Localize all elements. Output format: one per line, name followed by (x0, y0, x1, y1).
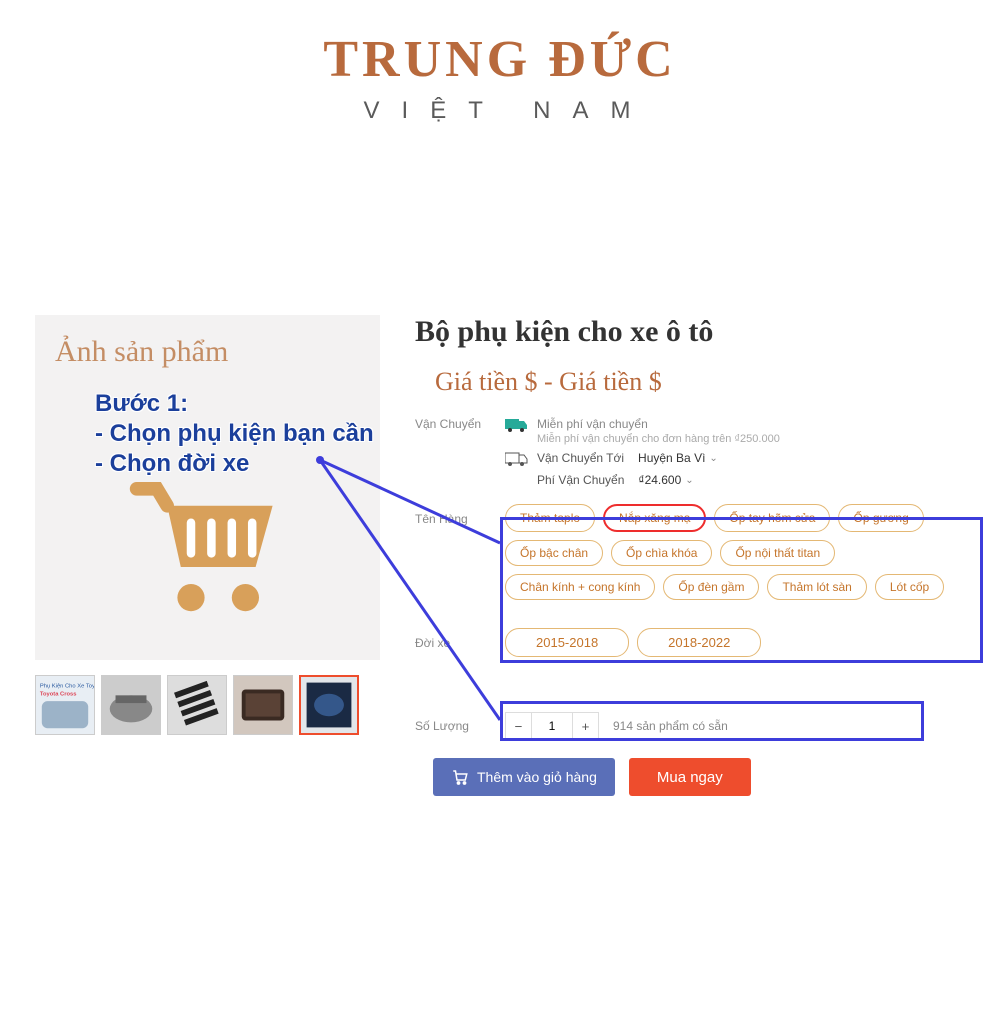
thumbnail-2[interactable] (101, 675, 161, 735)
annotation-line-1: - Chọn phụ kiện bạn cần (95, 420, 374, 448)
variant-pill[interactable]: Thảm taplo (505, 504, 595, 532)
product-price: Giá tiền $ - Giá tiền $ (435, 367, 990, 397)
variant-pill[interactable]: Ốp đèn gầm (663, 574, 759, 600)
variant-pill[interactable]: Nắp xăng mạ (603, 504, 706, 532)
variant-pills: Thảm taplo Nắp xăng mạ Ốp tay hõm cửa Ốp… (505, 504, 990, 600)
annotation-line-2: - Chọn đời xe (95, 450, 374, 478)
ship-to-value[interactable]: Huyện Ba Vì⌄ (638, 451, 718, 465)
logo-sub: VIỆT NAM (0, 97, 1000, 125)
thumbnail-strip: Phụ Kiện Cho Xe Toyota CrossToyota Cross (35, 675, 359, 735)
variant-pill[interactable]: Lót cốp (875, 574, 944, 600)
thumbnail-1[interactable]: Phụ Kiện Cho Xe Toyota CrossToyota Cross (35, 675, 95, 735)
add-to-cart-button[interactable]: Thêm vào giỏ hàng (433, 758, 615, 796)
ship-fee-label: Phí Vận Chuyển (537, 473, 624, 487)
variant-pill[interactable]: Chân kính + cong kính (505, 574, 655, 600)
free-shipping-title: Miễn phí vận chuyển (537, 417, 780, 431)
cart-icon (123, 465, 293, 635)
quantity-row: Số Lượng − 1 + 914 sản phẩm có sẵn (415, 712, 990, 740)
image-placeholder-text: Ảnh sản phẩm (55, 335, 228, 369)
logo-main: TRUNG ĐỨC (0, 30, 1000, 89)
cart-outline-icon (451, 768, 469, 786)
annotation-title: Bước 1: (95, 390, 374, 418)
shipping-block: Vận Chuyển Miễn phí vận chuyển Miễn phí … (415, 417, 990, 489)
quantity-label: Số Lượng (415, 719, 505, 733)
year-pill[interactable]: 2015-2018 (505, 628, 629, 657)
shipping-label: Vận Chuyển (415, 417, 505, 431)
variant-pill[interactable]: Ốp tay hõm cửa (714, 504, 830, 532)
svg-text:Toyota Cross: Toyota Cross (40, 691, 77, 697)
year-label: Đời xe (415, 628, 505, 650)
svg-text:Phụ Kiện Cho Xe Toyota Cross: Phụ Kiện Cho Xe Toyota Cross (40, 684, 94, 690)
stock-text: 914 sản phẩm có sẵn (613, 719, 728, 733)
cta-row: Thêm vào giỏ hàng Mua ngay (433, 758, 990, 796)
truck-icon (505, 451, 529, 467)
brand-header: TRUNG ĐỨC VIỆT NAM (0, 0, 1000, 125)
ship-fee-value[interactable]: ₫24.600⌄ (638, 473, 693, 487)
buy-now-button[interactable]: Mua ngay (629, 758, 751, 796)
variant-label: Tên Hàng (415, 504, 505, 526)
truck-free-icon (505, 417, 529, 433)
thumbnail-4[interactable] (233, 675, 293, 735)
instruction-annotation: Bước 1: - Chọn phụ kiện bạn cần - Chọn đ… (95, 390, 374, 480)
variant-row: Tên Hàng Thảm taplo Nắp xăng mạ Ốp tay h… (415, 504, 990, 600)
thumbnail-5[interactable] (299, 675, 359, 735)
chevron-down-icon: ⌄ (685, 475, 693, 486)
year-row: Đời xe 2015-2018 2018-2022 (415, 628, 990, 657)
variant-pill[interactable]: Ốp nội thất titan (720, 540, 835, 566)
qty-value: 1 (532, 713, 572, 739)
year-pills: 2015-2018 2018-2022 (505, 628, 990, 657)
quantity-stepper: − 1 + (505, 712, 599, 740)
variant-pill[interactable]: Ốp gương (838, 504, 923, 532)
product-info: Bộ phụ kiện cho xe ô tô Giá tiền $ - Giá… (415, 315, 990, 796)
ship-to-label: Vận Chuyển Tới (537, 451, 624, 465)
qty-minus-button[interactable]: − (506, 713, 532, 739)
chevron-down-icon: ⌄ (709, 453, 717, 464)
product-image-main[interactable]: Ảnh sản phẩm (35, 315, 380, 660)
product-title: Bộ phụ kiện cho xe ô tô (415, 315, 990, 349)
variant-pill[interactable]: Ốp bậc chân (505, 540, 603, 566)
variant-pill[interactable]: Thảm lót sàn (767, 574, 866, 600)
thumbnail-3[interactable] (167, 675, 227, 735)
free-shipping-sub: Miễn phí vận chuyển cho đơn hàng trên ₫2… (537, 433, 780, 445)
year-pill[interactable]: 2018-2022 (637, 628, 761, 657)
variant-pill[interactable]: Ốp chìa khóa (611, 540, 712, 566)
qty-plus-button[interactable]: + (572, 713, 598, 739)
